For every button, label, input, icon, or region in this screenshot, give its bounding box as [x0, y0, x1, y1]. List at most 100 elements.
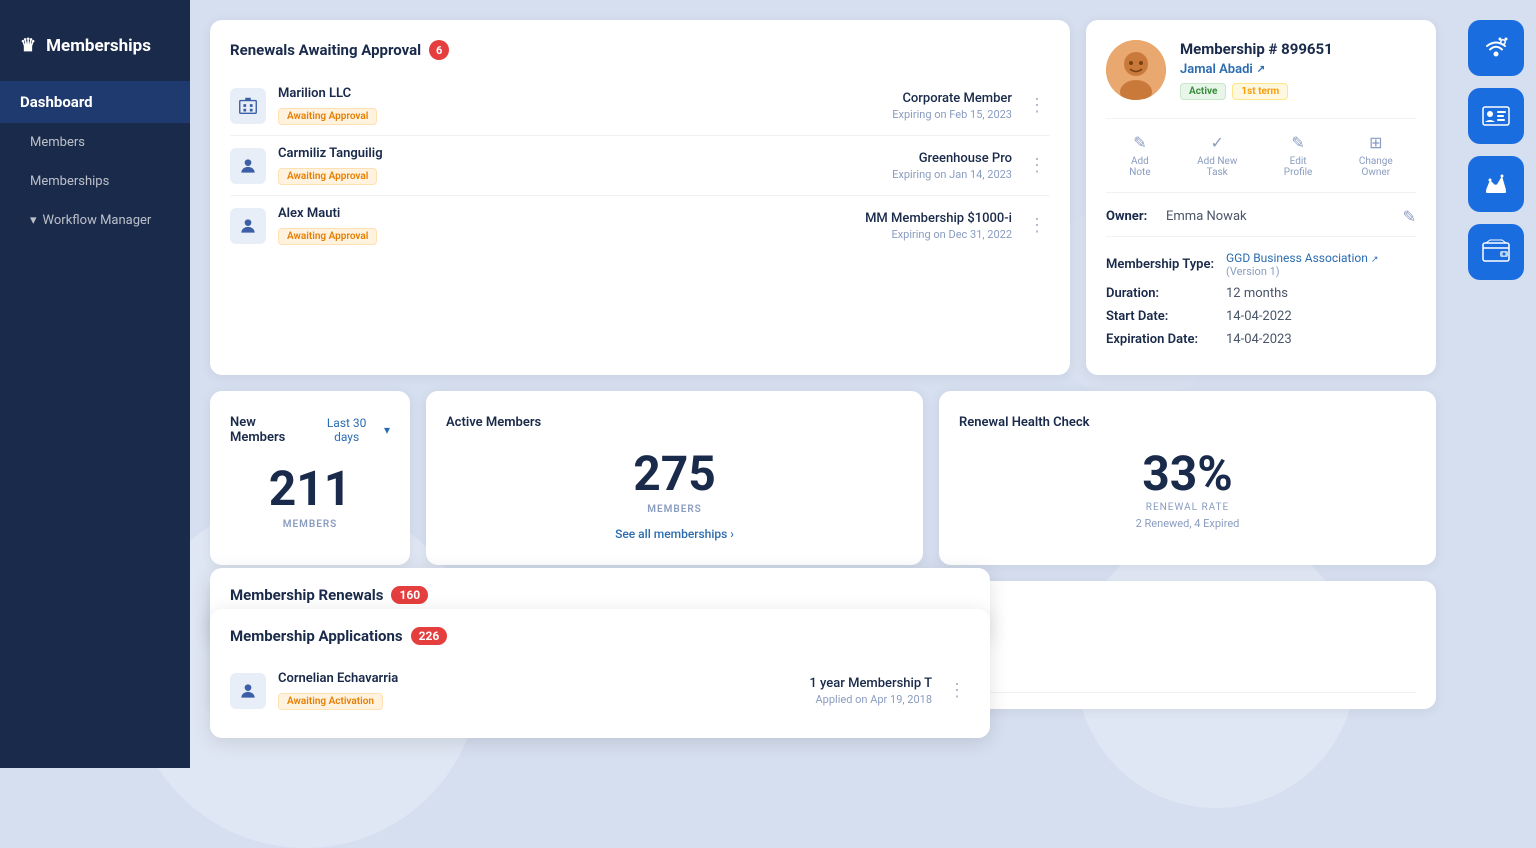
- active-members-title: Active Members: [446, 415, 541, 430]
- add-task-icon: ✓: [1211, 133, 1224, 152]
- see-all-memberships-link[interactable]: See all memberships ›: [446, 527, 903, 541]
- sidebar-item-memberships[interactable]: Memberships: [0, 162, 190, 201]
- renewal-menu-button[interactable]: ⋮: [1024, 211, 1050, 240]
- membership-number: Membership # 899651: [1180, 40, 1333, 58]
- renewal-type: MM Membership $1000-i Expiring on Dec 31…: [865, 211, 1012, 241]
- start-date-row: Start Date: 14-04-2022: [1106, 309, 1416, 324]
- id-card-button[interactable]: [1468, 88, 1524, 144]
- external-link-icon: ↗: [1257, 64, 1265, 75]
- renewal-menu-button[interactable]: ⋮: [1024, 151, 1050, 180]
- owner-edit-icon[interactable]: ✎: [1403, 207, 1416, 226]
- add-task-label: Add NewTask: [1197, 156, 1237, 178]
- sidebar-item-workflow-label: Workflow Manager: [43, 213, 152, 228]
- expiration-date-label: Expiration Date:: [1106, 332, 1226, 347]
- member-detail-card: Membership # 899651 Jamal Abadi ↗ Active…: [1086, 20, 1436, 375]
- renewal-info: Marilion LLC Awaiting Approval: [278, 86, 880, 125]
- renewals-title: Renewals Awaiting Approval: [230, 41, 421, 59]
- duration-label: Duration:: [1106, 286, 1226, 301]
- renewal-type: Corporate Member Expiring on Feb 15, 202…: [892, 91, 1012, 121]
- renewal-avatar-building: [230, 88, 266, 124]
- top-row: Renewals Awaiting Approval 6: [210, 20, 1436, 375]
- new-members-title: New Members: [230, 415, 313, 445]
- renewal-status: Awaiting Approval: [278, 168, 377, 185]
- renewal-rate-label: RENEWAL RATE: [959, 502, 1416, 513]
- renewal-type: Greenhouse Pro Expiring on Jan 14, 2023: [892, 151, 1012, 181]
- floating-app-type: 1 year Membership T Applied on Apr 19, 2…: [809, 676, 932, 706]
- membership-type-label: Membership Type:: [1106, 257, 1226, 272]
- renewal-status: Awaiting Approval: [278, 108, 377, 125]
- floating-applications-title: Membership Applications: [230, 627, 403, 645]
- membership-type-value-block: GGD Business Association ↗ (Version 1): [1226, 251, 1378, 278]
- start-date-value: 14-04-2022: [1226, 309, 1292, 324]
- owner-label: Owner:: [1106, 209, 1166, 224]
- new-members-label: MEMBERS: [230, 519, 390, 530]
- floating-app-menu-button[interactable]: ⋮: [944, 676, 970, 705]
- renewal-sub-text: 2 Renewed, 4 Expired: [959, 517, 1416, 530]
- floating-app-name: Cornelian Echavarria: [278, 671, 797, 686]
- change-owner-button[interactable]: ⊞ ChangeOwner: [1359, 133, 1393, 178]
- sidebar-logo-label: Memberships: [46, 36, 151, 56]
- new-members-card: New Members Last 30 days ▾ 211 MEMBERS: [210, 391, 410, 565]
- chevron-icon: ▾: [30, 213, 37, 228]
- new-members-header: New Members Last 30 days ▾: [230, 415, 390, 445]
- stats-row: New Members Last 30 days ▾ 211 MEMBERS A…: [210, 391, 1436, 565]
- add-note-button[interactable]: ✎ AddNote: [1129, 133, 1150, 178]
- renewal-health-header: Renewal Health Check: [959, 415, 1416, 430]
- wifi-group-button[interactable]: [1468, 20, 1524, 76]
- membership-type-row: Membership Type: GGD Business Associatio…: [1106, 251, 1416, 278]
- status-active-badge: Active: [1180, 83, 1226, 100]
- floating-app-status: Awaiting Activation: [278, 693, 383, 710]
- edit-profile-icon: ✎: [1291, 133, 1304, 152]
- renewal-type-name: Greenhouse Pro: [892, 151, 1012, 166]
- sidebar-navigation: Dashboard Members Memberships ▾ Workflow…: [0, 81, 190, 240]
- renewal-type-name: Corporate Member: [892, 91, 1012, 106]
- renewal-item: Carmiliz Tanguilig Awaiting Approval Gre…: [230, 136, 1050, 196]
- floating-app-applied: Applied on Apr 19, 2018: [809, 693, 932, 706]
- chevron-down-icon: ▾: [384, 423, 390, 437]
- renewal-info: Carmiliz Tanguilig Awaiting Approval: [278, 146, 880, 185]
- member-name-link[interactable]: Jamal Abadi ↗: [1180, 62, 1333, 77]
- floating-app-info: Cornelian Echavarria Awaiting Activation: [278, 671, 797, 710]
- crown-button[interactable]: [1468, 156, 1524, 212]
- floating-renewals-title: Membership Renewals: [230, 586, 383, 604]
- renewal-type-name: MM Membership $1000-i: [865, 211, 1012, 226]
- edit-profile-button[interactable]: ✎ EditProfile: [1284, 133, 1313, 178]
- renewal-health-title: Renewal Health Check: [959, 415, 1090, 430]
- renewal-health-card: Renewal Health Check 33% RENEWAL RATE 2 …: [939, 391, 1436, 565]
- member-header: Membership # 899651 Jamal Abadi ↗ Active…: [1106, 40, 1416, 100]
- renewal-info: Alex Mauti Awaiting Approval: [278, 206, 853, 245]
- sidebar-item-members[interactable]: Members: [0, 123, 190, 162]
- status-term-badge: 1st term: [1232, 83, 1288, 100]
- floating-renewals-badge: 160: [391, 586, 428, 604]
- member-avatar: [1106, 40, 1166, 100]
- active-members-label: MEMBERS: [446, 504, 903, 515]
- renewal-expiry: Expiring on Feb 15, 2023: [892, 108, 1012, 121]
- wallet-button[interactable]: [1468, 224, 1524, 280]
- owner-value: Emma Nowak: [1166, 209, 1403, 224]
- sidebar-logo: ♛ Memberships: [0, 20, 190, 81]
- membership-type-sub: (Version 1): [1226, 265, 1378, 278]
- renewal-rate-number: 33%: [959, 450, 1416, 498]
- active-members-header: Active Members: [446, 415, 903, 430]
- owner-row: Owner: Emma Nowak ✎: [1106, 207, 1416, 237]
- active-members-card: Active Members 275 MEMBERS See all membe…: [426, 391, 923, 565]
- external-link-small-icon: ↗: [1371, 255, 1379, 265]
- renewal-name: Alex Mauti: [278, 206, 853, 221]
- renewals-awaiting-card: Renewals Awaiting Approval 6: [210, 20, 1070, 375]
- membership-type-link[interactable]: GGD Business Association ↗: [1226, 251, 1378, 265]
- floating-app-item: Cornelian Echavarria Awaiting Activation…: [230, 661, 970, 720]
- floating-app-type-name: 1 year Membership T: [809, 676, 932, 691]
- floating-renewals-header: Membership Renewals 160: [230, 586, 970, 604]
- add-task-button[interactable]: ✓ Add NewTask: [1197, 133, 1237, 178]
- sidebar-item-dashboard[interactable]: Dashboard: [0, 81, 190, 123]
- change-owner-label: ChangeOwner: [1359, 156, 1393, 178]
- floating-applications-panel: Membership Applications 226 Cornelian Ec…: [210, 609, 990, 738]
- member-name-section: Membership # 899651 Jamal Abadi ↗ Active…: [1180, 40, 1333, 100]
- renewal-menu-button[interactable]: ⋮: [1024, 91, 1050, 120]
- sidebar-item-workflow[interactable]: ▾ Workflow Manager: [0, 201, 190, 240]
- floating-app-avatar: [230, 673, 266, 709]
- active-members-number: 275: [446, 450, 903, 498]
- member-actions: ✎ AddNote ✓ Add NewTask ✎ EditProfile ⊞ …: [1106, 118, 1416, 193]
- new-members-number: 211: [230, 465, 390, 513]
- period-selector[interactable]: Last 30 days ▾: [313, 416, 390, 444]
